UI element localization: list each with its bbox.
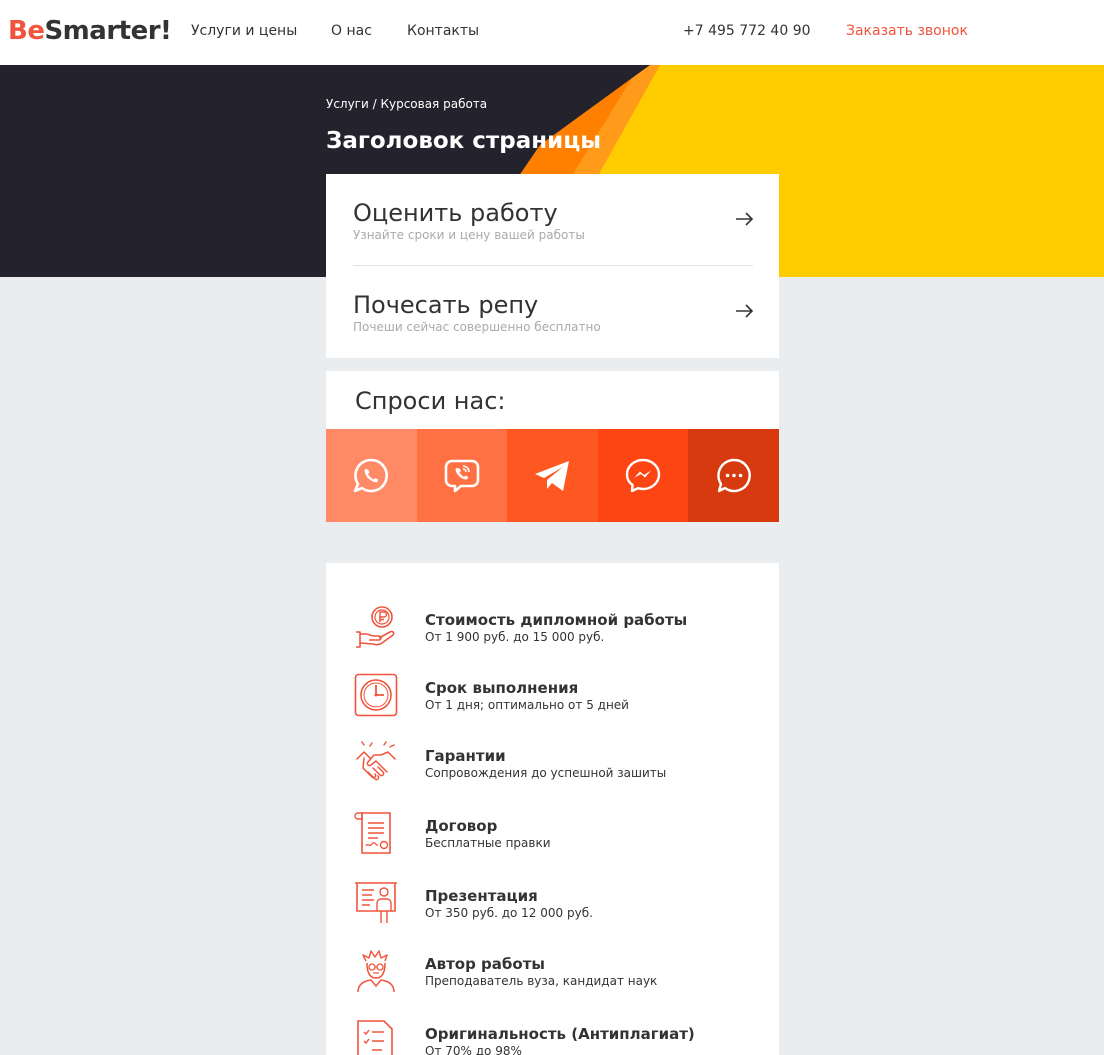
feature-item: Презентация От 350 руб. до 12 000 руб. bbox=[354, 881, 764, 931]
feature-subtitle: Сопровождения до успешной зашиты bbox=[425, 766, 667, 780]
presentation-icon bbox=[355, 882, 397, 923]
action-subtitle: Узнайте сроки и цену вашей работы bbox=[353, 228, 585, 242]
messenger-button[interactable] bbox=[597, 429, 689, 522]
feature-subtitle: От 1 900 руб. до 15 000 руб. bbox=[425, 630, 605, 644]
feature-title: Срок выполнения bbox=[425, 679, 579, 697]
ask-title: Спроси нас: bbox=[355, 387, 506, 415]
chat-icon bbox=[716, 458, 751, 492]
feature-item: Срок выполнения От 1 дня; оптимально от … bbox=[354, 673, 764, 723]
action-title: Оценить работу bbox=[353, 199, 558, 227]
document-check-icon bbox=[357, 1020, 393, 1055]
coin-hand-icon bbox=[356, 606, 395, 648]
arrow-right-icon bbox=[736, 212, 754, 226]
chat-button[interactable] bbox=[688, 429, 779, 522]
nav-about[interactable]: О нас bbox=[331, 22, 372, 40]
evaluate-work-action[interactable]: Оценить работу Узнайте сроки и цену ваше… bbox=[353, 198, 754, 270]
ask-us-card: Спроси нас: bbox=[326, 371, 779, 522]
scratch-head-action[interactable]: Почесать репу Почеши сейчас совершенно б… bbox=[353, 290, 754, 362]
action-title: Почесать репу bbox=[353, 291, 539, 319]
telegram-button[interactable] bbox=[507, 429, 598, 522]
feature-subtitle: От 70% до 98% bbox=[425, 1044, 522, 1055]
messenger-icon bbox=[625, 458, 661, 492]
logo-text: Smarter! bbox=[44, 16, 172, 46]
top-navbar: BeSmarter! Услуги и цены О нас Контакты … bbox=[0, 0, 1104, 65]
contract-icon bbox=[354, 812, 391, 854]
page-title: Заголовок страницы bbox=[326, 128, 602, 154]
viber-button[interactable] bbox=[416, 429, 508, 522]
feature-title: Презентация bbox=[425, 887, 538, 905]
logo-accent: Be bbox=[8, 16, 45, 46]
feature-title: Договор bbox=[425, 817, 498, 835]
phone-number[interactable]: +7 495 772 40 90 bbox=[683, 22, 811, 40]
feature-title: Гарантии bbox=[425, 747, 506, 765]
feature-item: Договор Бесплатные правки bbox=[354, 811, 764, 861]
author-icon bbox=[357, 950, 395, 993]
feature-title: Стоимость дипломной работы bbox=[425, 611, 688, 629]
action-subtitle: Почеши сейчас совершенно бесплатно bbox=[353, 320, 601, 334]
clock-icon bbox=[354, 673, 398, 717]
feature-title: Автор работы bbox=[425, 955, 545, 973]
feature-title: Оригинальность (Антиплагиат) bbox=[425, 1025, 695, 1043]
feature-subtitle: От 1 дня; оптимально от 5 дней bbox=[425, 698, 629, 712]
feature-item: Гарантии Сопровождения до успешной зашит… bbox=[354, 741, 764, 791]
feature-item: Стоимость дипломной работы От 1 900 руб.… bbox=[354, 605, 764, 655]
breadcrumb[interactable]: Услуги / Курсовая работа bbox=[326, 96, 487, 112]
viber-icon bbox=[444, 459, 480, 492]
telegram-icon bbox=[535, 460, 570, 491]
nav-services[interactable]: Услуги и цены bbox=[191, 22, 297, 40]
messenger-buttons bbox=[326, 429, 779, 522]
action-card: Оценить работу Узнайте сроки и цену ваше… bbox=[326, 174, 779, 358]
logo[interactable]: BeSmarter! bbox=[8, 14, 172, 48]
callback-link[interactable]: Заказать звонок bbox=[846, 22, 968, 40]
whatsapp-icon bbox=[353, 458, 389, 492]
features-card: Стоимость дипломной работы От 1 900 руб.… bbox=[326, 563, 779, 1055]
arrow-right-icon bbox=[736, 304, 754, 318]
feature-subtitle: Преподаватель вуза, кандидат наук bbox=[425, 974, 658, 988]
nav-contacts[interactable]: Контакты bbox=[407, 22, 479, 40]
handshake-icon bbox=[356, 741, 396, 781]
feature-subtitle: Бесплатные правки bbox=[425, 836, 551, 850]
feature-item: Автор работы Преподаватель вуза, кандида… bbox=[354, 949, 764, 999]
feature-item: Оригинальность (Антиплагиат) От 70% до 9… bbox=[354, 1019, 764, 1055]
divider bbox=[353, 265, 753, 266]
feature-subtitle: От 350 руб. до 12 000 руб. bbox=[425, 906, 593, 920]
whatsapp-button[interactable] bbox=[326, 429, 417, 522]
